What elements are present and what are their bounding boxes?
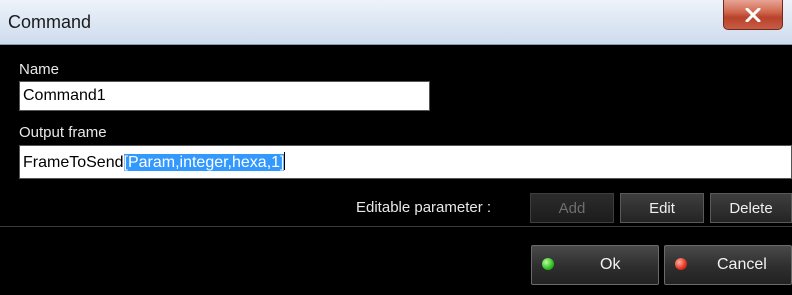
name-input[interactable]: Command1 (19, 81, 430, 111)
cancel-button[interactable]: Cancel (664, 245, 792, 285)
close-x-icon (745, 7, 761, 22)
output-frame-input[interactable]: FrameToSend[Param,integer,hexa,1] (19, 145, 792, 179)
title-bar[interactable]: Command (0, 0, 792, 45)
divider (0, 226, 792, 227)
name-label: Name (19, 61, 60, 78)
window-title: Command (8, 12, 92, 32)
dialog-body: Name Command1 Output frame FrameToSend[P… (0, 45, 792, 295)
output-frame-text: FrameToSend (23, 154, 124, 171)
add-parameter-button[interactable]: Add (530, 193, 614, 223)
close-button[interactable] (723, 0, 783, 30)
delete-parameter-button[interactable]: Delete (710, 193, 792, 223)
text-caret (284, 152, 286, 170)
edit-button-label: Edit (649, 199, 675, 217)
edit-parameter-button[interactable]: Edit (620, 193, 704, 223)
editable-parameter-label: Editable parameter : (356, 199, 492, 216)
cancel-button-label: Cancel (717, 256, 767, 273)
output-frame-selected-text: [Param,integer,hexa,1] (123, 154, 285, 171)
ok-button-label: Ok (600, 256, 621, 273)
ok-button[interactable]: Ok (531, 245, 659, 285)
red-status-dot-icon (675, 258, 687, 270)
delete-button-label: Delete (729, 199, 773, 217)
add-button-label: Add (558, 199, 586, 217)
green-status-dot-icon (542, 258, 554, 270)
name-input-value: Command1 (23, 87, 106, 104)
output-frame-label: Output frame (19, 124, 107, 141)
